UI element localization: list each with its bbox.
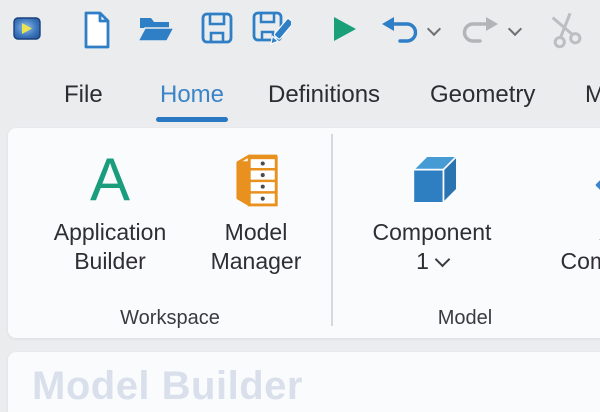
model-manager-label-line2: Manager [190, 247, 322, 276]
open-file-icon [136, 10, 176, 46]
ribbon-group-separator [331, 134, 333, 326]
group-label-model: Model [340, 306, 590, 330]
model-builder-panel: Model Builder [8, 352, 600, 412]
undo-dropdown-button[interactable] [429, 24, 439, 34]
add-component-label-line1: Add [554, 218, 600, 247]
run-button[interactable] [330, 15, 358, 43]
chevron-down-icon [508, 22, 522, 36]
save-button[interactable] [199, 10, 235, 46]
tab-definitions[interactable]: Definitions [268, 81, 380, 109]
tab-file[interactable]: File [64, 81, 103, 109]
tab-home[interactable]: Home [160, 81, 224, 109]
tab-geometry[interactable]: Geometry [430, 81, 535, 109]
component-1-label-line1: Component [362, 218, 502, 247]
ribbon-home-panel: A Application Builder [8, 128, 600, 338]
model-builder-panel-title: Model Builder [32, 364, 303, 409]
undo-button[interactable] [380, 13, 422, 47]
undo-icon [380, 13, 422, 47]
tab-materials[interactable]: Materials [585, 81, 600, 109]
model-manager-cabinet-icon [230, 144, 282, 210]
save-as-icon [251, 10, 291, 48]
application-builder-label-line1: Application [30, 218, 190, 247]
chevron-down-icon [427, 22, 441, 36]
open-file-button[interactable] [136, 10, 176, 46]
application-builder-a-icon: A [90, 150, 130, 210]
add-component-diamond-icon [595, 160, 600, 210]
cut-button[interactable] [546, 11, 584, 49]
group-label-workspace: Workspace [16, 306, 324, 330]
save-as-button[interactable] [251, 10, 291, 48]
application-builder-label-line2: Builder [30, 247, 190, 276]
redo-button[interactable] [458, 13, 500, 47]
cut-scissors-icon [546, 11, 584, 49]
model-manager-label-line1: Model [190, 218, 322, 247]
application-builder-button[interactable]: A Application Builder [30, 132, 190, 284]
new-file-button[interactable] [78, 10, 114, 50]
component-1-button[interactable]: Component 1 [362, 132, 502, 284]
comsol-app-icon [13, 16, 41, 41]
add-component-label-line2: Component [554, 247, 600, 276]
component-1-label-line2: 1 [416, 247, 429, 276]
component-cube-icon [403, 148, 461, 210]
comsol-app-button[interactable] [13, 16, 41, 41]
redo-dropdown-button[interactable] [510, 24, 520, 34]
redo-icon [458, 13, 500, 47]
active-tab-indicator [156, 117, 228, 122]
model-manager-button[interactable]: Model Manager [190, 132, 322, 284]
save-icon [199, 10, 235, 46]
dropdown-chevron-icon [435, 251, 451, 267]
add-component-button[interactable]: Add Component [554, 132, 600, 284]
run-icon [330, 15, 358, 43]
new-file-icon [78, 10, 114, 50]
